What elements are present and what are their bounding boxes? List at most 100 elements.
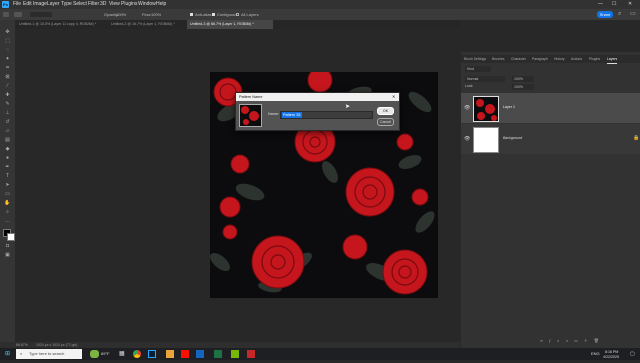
menu-edit[interactable]: Edit [23,0,32,9]
eyedropper-tool-icon[interactable]: ⁄ [4,84,11,89]
search-icon[interactable]: ⌕ [618,10,621,19]
pattern-name-input[interactable]: Pattern 35 [280,111,373,119]
tab-brushes[interactable]: Brushes [492,55,504,63]
history-brush-tool-icon[interactable]: ↺ [4,120,11,125]
menu-filter[interactable]: Filter [88,0,99,9]
screen-mode-icon[interactable]: ▣ [4,253,11,258]
layer-name[interactable]: Background [503,136,522,140]
task-view-icon[interactable]: ▦ [119,348,125,360]
mode-select[interactable] [30,12,52,17]
dodge-tool-icon[interactable]: ● [4,156,11,161]
file-explorer-icon[interactable] [166,350,174,358]
tab-actions[interactable]: Actions [571,55,582,63]
lock-icon: 🔒 [633,135,640,141]
magic-wand-tool-icon[interactable]: ✦ [4,57,11,62]
menu-type[interactable]: Type [61,0,72,9]
menu-view[interactable]: View [109,0,120,9]
tab-plugins[interactable]: Plugins [589,55,600,63]
background-color-swatch[interactable] [7,233,15,241]
taskbar-search-box[interactable]: ⌕ Type here to search [16,349,82,359]
photoshop-taskbar-icon[interactable] [148,350,156,358]
crop-tool-icon[interactable]: ⌗ [4,66,11,71]
windows-start-icon[interactable]: ⊞ [5,348,10,360]
pen-tool-icon[interactable]: ✒ [4,165,11,170]
dialog-close-icon[interactable]: ✕ [392,93,395,101]
menu-3d[interactable]: 3D [100,0,106,9]
more-tools-icon[interactable]: … [4,219,11,224]
tab-untitled-2[interactable]: Untitled-2 @ 16.7% (Layer 1, RGB/8#) * [108,20,188,29]
rectangle-tool-icon[interactable]: ▭ [4,192,11,197]
tab-layers[interactable]: Layers [607,55,618,64]
link-layers-icon[interactable]: ∞ [540,338,549,343]
app-icon[interactable] [231,350,239,358]
clock-date[interactable]: 4/22/2025 [603,351,619,363]
tab-paragraph[interactable]: Paragraph [532,55,548,63]
zoom-tool-icon[interactable]: ⌕ [4,210,11,215]
move-tool-icon[interactable]: ✥ [4,30,11,35]
flow-value[interactable]: 100% [151,9,161,20]
frame-tool-icon[interactable]: ⊠ [4,75,11,80]
adjustment-icon[interactable]: ◑ [566,338,574,343]
blend-mode-select[interactable]: Normal [465,76,505,82]
clone-stamp-tool-icon[interactable]: ⊥ [4,111,11,116]
contiguous-checkbox[interactable] [212,13,215,16]
hand-tool-icon[interactable]: ✋ [4,201,11,206]
gradient-tool-icon[interactable]: ▤ [4,138,11,143]
tab-history[interactable]: History [554,55,565,63]
menu-layer[interactable]: Layer [47,0,60,9]
blur-tool-icon[interactable]: ◆ [4,147,11,152]
app-red-icon[interactable] [247,350,255,358]
brush-tool-icon[interactable]: ✎ [4,102,11,107]
excel-icon[interactable] [214,350,222,358]
anti-alias-checkbox[interactable] [190,13,193,16]
visibility-eye-icon[interactable]: 👁 [464,105,470,111]
mask-icon[interactable]: ◐ [557,338,565,343]
menu-image[interactable]: Image [33,0,47,9]
menu-window[interactable]: Window [138,0,156,9]
filter-kind-select[interactable]: Kind [465,66,491,72]
edge-icon[interactable] [196,350,204,358]
chrome-icon[interactable] [133,350,141,358]
share-button[interactable]: Share [597,11,613,18]
layer-opacity-input[interactable]: 100% [512,76,534,82]
language-indicator[interactable]: ENG [591,348,600,360]
visibility-eye-icon[interactable]: 👁 [464,136,470,142]
layer-name[interactable]: Layer 1 [503,105,515,109]
ok-button[interactable]: OK [377,107,394,115]
close-icon[interactable]: ✕ [628,0,632,9]
layer-row-background[interactable]: 👁 Background 🔒 [461,124,640,154]
eraser-tool-icon[interactable]: ▱ [4,129,11,134]
layer-actions-bar: ∞ƒ◐◑▭＋🗑 [540,338,636,344]
healing-brush-tool-icon[interactable]: ✚ [4,93,11,98]
home-icon[interactable] [3,12,9,17]
menu-file[interactable]: File [13,0,21,9]
notifications-icon[interactable]: ▢ [630,348,635,360]
fx-icon[interactable]: ƒ [549,338,557,343]
menu-plugins[interactable]: Plugins [121,0,137,9]
path-selection-tool-icon[interactable]: ➤ [4,183,11,188]
opacity-value[interactable]: 100% [116,9,126,20]
layer-row-layer-1[interactable]: 👁 Layer 1 [461,93,640,123]
tab-untitled-1[interactable]: Untitled-1 @ 15.5% (Layer 11 copy 4, RGB… [16,20,104,29]
menu-help[interactable]: Help [156,0,166,9]
type-tool-icon[interactable]: T [4,174,11,179]
lasso-tool-icon[interactable]: ◌ [4,48,11,53]
new-layer-icon[interactable]: ＋ [584,338,594,343]
cancel-button[interactable]: Cancel [377,118,394,126]
tab-brush-settings[interactable]: Brush Settings [464,55,486,63]
maximize-icon[interactable]: ☐ [612,0,616,9]
quick-mask-icon[interactable]: ◘ [4,244,11,249]
tool-preset-icon[interactable] [14,12,22,17]
workspace-icon[interactable]: ▭ [630,10,636,19]
group-icon[interactable]: ▭ [574,338,584,343]
tab-character[interactable]: Character [511,55,526,63]
menu-select[interactable]: Select [73,0,87,9]
acrobat-icon[interactable] [181,350,189,358]
delete-layer-icon[interactable]: 🗑 [594,338,605,343]
marquee-tool-icon[interactable]: ⬚ [4,39,11,44]
minimize-icon[interactable]: — [598,0,603,9]
tab-untitled-3[interactable]: Untitled-3 @ 66.7% (Layer 1, RGB/8#) * [187,20,273,29]
all-layers-checkbox[interactable] [236,13,239,16]
weather-widget-icon[interactable] [90,350,99,358]
fill-input[interactable]: 100% [512,84,534,90]
